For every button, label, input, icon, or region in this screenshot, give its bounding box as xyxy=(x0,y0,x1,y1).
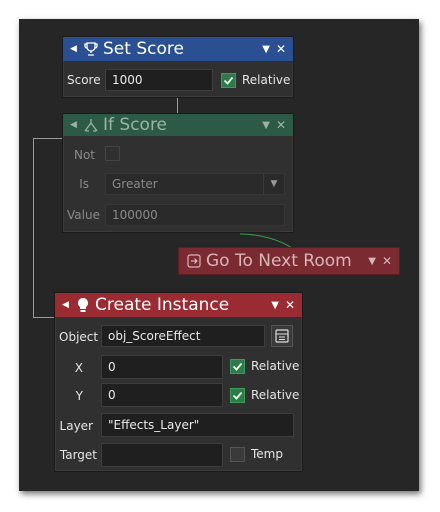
is-dropdown[interactable]: Greater ▼ xyxy=(105,173,285,195)
chevron-down-icon[interactable]: ▼ xyxy=(271,300,279,311)
x-relative-label: Relative xyxy=(251,359,300,373)
node-title: Go To Next Room xyxy=(206,251,352,271)
create-instance-header[interactable]: ◀ Create Instance ▼ ✕ xyxy=(55,293,302,317)
x-relative-checkbox[interactable] xyxy=(230,359,245,374)
score-input[interactable]: 1000 xyxy=(105,69,213,91)
arrow-right-box-icon xyxy=(186,253,202,269)
trophy-icon xyxy=(83,41,99,57)
set-score-node[interactable]: ◀ Set Score ▼ ✕ Score 1000 Relative xyxy=(62,36,294,98)
close-icon[interactable]: ✕ xyxy=(276,42,286,56)
layer-label: Layer xyxy=(59,419,93,433)
node-title: Create Instance xyxy=(95,295,230,315)
temp-label: Temp xyxy=(251,447,283,461)
close-icon[interactable]: ✕ xyxy=(276,118,286,132)
node-title: If Score xyxy=(103,115,168,135)
if-score-header[interactable]: ◀ If Score ▼ ✕ xyxy=(63,114,293,136)
go-to-next-room-node[interactable]: Go To Next Room ▼ ✕ xyxy=(178,247,400,275)
x-input[interactable]: 0 xyxy=(101,355,223,379)
connector-line xyxy=(33,317,54,318)
not-checkbox[interactable] xyxy=(105,146,120,161)
set-score-header[interactable]: ◀ Set Score ▼ ✕ xyxy=(63,37,293,61)
chevron-down-icon[interactable]: ▼ xyxy=(262,44,270,55)
connector-line xyxy=(33,138,62,139)
relative-label: Relative xyxy=(242,73,291,87)
if-score-node[interactable]: ◀ If Score ▼ ✕ Not Is Greater ▼ Value 10… xyxy=(62,113,294,233)
value-label: Value xyxy=(67,208,100,222)
branch-icon xyxy=(83,117,99,133)
y-input[interactable]: 0 xyxy=(101,383,223,407)
not-label: Not xyxy=(73,148,95,162)
create-instance-node[interactable]: ◀ Create Instance ▼ ✕ Object obj_ScoreEf… xyxy=(54,292,303,472)
chevron-down-icon[interactable]: ▼ xyxy=(262,120,270,131)
is-dropdown-value: Greater xyxy=(112,177,158,191)
x-label: X xyxy=(74,361,83,375)
collapse-icon[interactable]: ◀ xyxy=(62,300,72,310)
relative-checkbox[interactable] xyxy=(221,73,236,88)
object-picker-icon xyxy=(275,329,289,343)
close-icon[interactable]: ✕ xyxy=(382,254,392,268)
object-picker-button[interactable] xyxy=(271,325,293,347)
connector-line xyxy=(33,138,34,318)
chevron-down-icon: ▼ xyxy=(263,174,284,194)
collapse-icon[interactable]: ◀ xyxy=(70,120,80,130)
close-icon[interactable]: ✕ xyxy=(285,298,295,312)
object-label: Object xyxy=(59,330,99,344)
check-icon xyxy=(232,391,243,400)
go-to-next-room-header[interactable]: Go To Next Room ▼ ✕ xyxy=(178,247,400,275)
target-input[interactable] xyxy=(101,443,223,467)
value-input[interactable]: 100000 xyxy=(105,204,285,226)
temp-checkbox[interactable] xyxy=(230,447,245,462)
target-label: Target xyxy=(59,448,97,462)
y-label: Y xyxy=(75,389,83,403)
collapse-icon[interactable]: ◀ xyxy=(70,44,80,54)
score-label: Score xyxy=(67,73,101,87)
y-relative-checkbox[interactable] xyxy=(230,388,245,403)
chevron-down-icon[interactable]: ▼ xyxy=(368,256,376,267)
layer-input[interactable]: "Effects_Layer" xyxy=(101,413,294,437)
connector-line xyxy=(177,97,178,113)
check-icon xyxy=(232,362,243,371)
is-label: Is xyxy=(79,177,89,191)
y-relative-label: Relative xyxy=(251,388,300,402)
lightbulb-icon xyxy=(75,297,91,313)
node-title: Set Score xyxy=(103,39,184,59)
object-input[interactable]: obj_ScoreEffect xyxy=(101,325,265,347)
check-icon xyxy=(223,76,234,85)
